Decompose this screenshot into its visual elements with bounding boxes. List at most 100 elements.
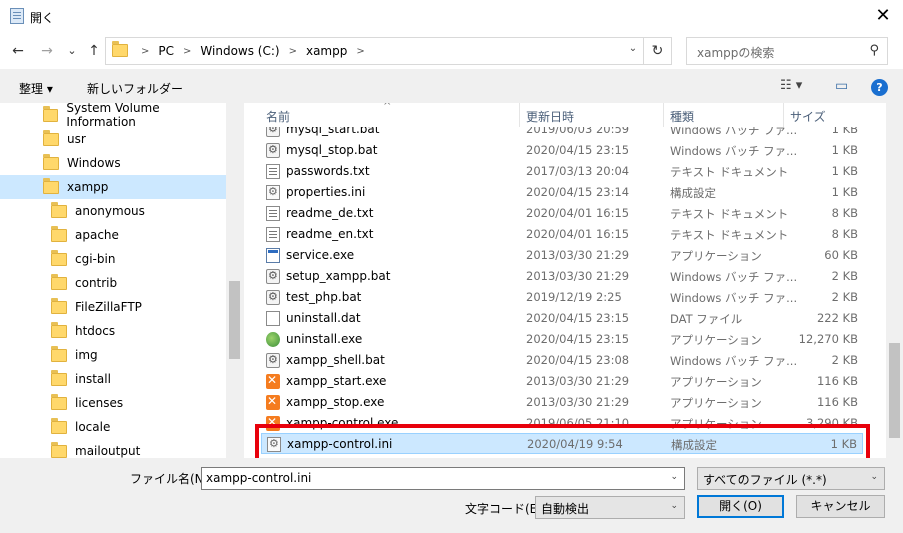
breadcrumb-pc[interactable]: PC: [158, 44, 174, 58]
file-row[interactable]: service.exe 2013/03/30 21:29 アプリケーション 60 KB: [261, 245, 863, 266]
column-date[interactable]: 更新日時: [526, 108, 574, 125]
file-size: 8 KB: [831, 227, 858, 241]
chevron-down-icon[interactable]: ⌄: [670, 472, 678, 482]
file-date: 2020/04/15 23:08: [526, 353, 630, 367]
column-type[interactable]: 種類: [670, 108, 694, 125]
chevron-down-icon[interactable]: ⌄: [870, 472, 878, 482]
file-type: テキスト ドキュメント: [670, 207, 789, 221]
file-row[interactable]: uninstall.dat 2020/04/15 23:15 DAT ファイル 222…: [261, 308, 863, 329]
folder-tree-item[interactable]: usr: [0, 127, 226, 151]
file-type-select[interactable]: すべてのファイル (*.*) ⌄: [697, 467, 885, 490]
folder-tree: System Volume Information usr Windows xampp…: [0, 103, 243, 458]
close-button[interactable]: ✕: [863, 0, 903, 33]
folder-tree-item[interactable]: apache: [0, 223, 226, 247]
file-date: 2020/04/15 23:15: [526, 332, 630, 346]
preview-pane-icon[interactable]: ▭: [835, 78, 848, 94]
file-date: 2019/12/19 2:25: [526, 290, 622, 304]
folder-tree-item[interactable]: img: [0, 343, 226, 367]
file-size: 116 KB: [816, 374, 858, 388]
help-icon[interactable]: ?: [871, 79, 888, 96]
uninstall-icon: [266, 332, 280, 347]
view-options-icon[interactable]: ☷ ▾: [780, 78, 802, 93]
search-box[interactable]: xamppの検索 ⚲: [686, 37, 888, 65]
file-row[interactable]: uninstall.exe 2020/04/15 23:15 アプリケーション 12,…: [261, 329, 863, 350]
folder-tree-item[interactable]: licenses: [0, 391, 226, 415]
folder-tree-item[interactable]: xampp: [0, 175, 226, 199]
address-dropdown-icon[interactable]: ⌄: [625, 43, 641, 54]
file-row[interactable]: mysql_stop.bat 2020/04/15 23:15 Windows バッ…: [261, 140, 863, 161]
file-size: 2 KB: [831, 290, 858, 304]
column-size[interactable]: サイズ: [790, 108, 826, 125]
folder-tree-item[interactable]: mailoutput: [0, 439, 226, 458]
folder-tree-item[interactable]: contrib: [0, 271, 226, 295]
refresh-button[interactable]: ↻: [643, 38, 671, 64]
file-name: mysql_stop.bat: [286, 143, 378, 157]
folder-tree-label: install: [75, 372, 111, 386]
file-date: 2020/04/15 23:15: [526, 143, 630, 157]
search-input[interactable]: xamppの検索: [697, 44, 774, 61]
forward-button[interactable]: →: [37, 42, 57, 60]
file-size: 1 KB: [831, 164, 858, 178]
file-size: 116 KB: [816, 395, 858, 409]
file-type: DAT ファイル: [670, 312, 743, 326]
folder-tree-item[interactable]: cgi-bin: [0, 247, 226, 271]
file-row[interactable]: test_php.bat 2019/12/19 2:25 Windows バッチ フ…: [261, 287, 863, 308]
folder-tree-label: usr: [67, 132, 86, 146]
folder-tree-item[interactable]: FileZillaFTP: [0, 295, 226, 319]
file-type-value: すべてのファイル (*.*): [703, 473, 827, 487]
folder-tree-item[interactable]: locale: [0, 415, 226, 439]
folder-tree-item[interactable]: anonymous: [0, 199, 226, 223]
column-divider[interactable]: [663, 103, 664, 127]
folder-tree-label: xampp: [67, 180, 109, 194]
breadcrumb-xampp[interactable]: xampp: [306, 44, 347, 58]
folder-tree-item[interactable]: htdocs: [0, 319, 226, 343]
bat-icon: [266, 143, 280, 158]
file-row[interactable]: passwords.txt 2017/03/13 20:04 テキスト ドキュメント…: [261, 161, 863, 182]
file-size: 12,270 KB: [798, 332, 858, 346]
file-row[interactable]: readme_de.txt 2020/04/01 16:15 テキスト ドキュメント…: [261, 203, 863, 224]
up-button[interactable]: ↑: [84, 42, 104, 60]
file-row[interactable]: xampp_stop.exe 2013/03/30 21:29 アプリケーション 11…: [261, 392, 863, 413]
scrollbar-thumb[interactable]: [889, 343, 900, 438]
file-type: テキスト ドキュメント: [670, 165, 789, 179]
xampp-icon: [266, 373, 280, 389]
column-divider[interactable]: [519, 103, 520, 127]
folder-icon: [51, 297, 67, 314]
breadcrumb-drive[interactable]: Windows (C:): [200, 44, 279, 58]
cancel-button[interactable]: キャンセル: [796, 495, 885, 518]
file-size: 1 KB: [831, 185, 858, 199]
file-date: 2020/04/01 16:15: [526, 206, 630, 220]
scrollbar-thumb[interactable]: [229, 281, 240, 359]
open-button[interactable]: 開く(O): [697, 495, 784, 518]
folder-tree-scrollbar[interactable]: [226, 103, 243, 458]
bat-icon: [266, 269, 280, 284]
column-divider[interactable]: [783, 103, 784, 127]
navigation-bar: ← → ⌄ ↑ > PC > Windows (C:) > xampp > ⌄ …: [0, 33, 903, 69]
file-size: 8 KB: [831, 206, 858, 220]
file-name: xampp_shell.bat: [286, 353, 385, 367]
file-row[interactable]: setup_xampp.bat 2013/03/30 21:29 Windows バ…: [261, 266, 863, 287]
file-name: properties.ini: [286, 185, 366, 199]
file-list-scrollbar[interactable]: [886, 103, 903, 458]
chevron-down-icon[interactable]: ⌄: [670, 501, 678, 511]
folder-tree-item[interactable]: install: [0, 367, 226, 391]
sort-ascending-icon: ^: [383, 103, 392, 112]
folder-tree-item[interactable]: Windows: [0, 151, 226, 175]
column-name[interactable]: 名前: [266, 108, 290, 125]
filename-field[interactable]: xampp-control.ini ⌄: [201, 467, 685, 490]
file-row[interactable]: xampp_start.exe 2013/03/30 21:29 アプリケーション 1…: [261, 371, 863, 392]
back-button[interactable]: ←: [8, 42, 28, 60]
search-icon[interactable]: ⚲: [869, 43, 879, 58]
recent-locations-button[interactable]: ⌄: [62, 42, 82, 60]
file-row[interactable]: xampp_shell.bat 2020/04/15 23:08 Windows バ…: [261, 350, 863, 371]
address-bar[interactable]: > PC > Windows (C:) > xampp > ⌄ ↻: [105, 37, 672, 65]
organize-button[interactable]: 整理 ▾: [19, 80, 53, 97]
file-row[interactable]: readme_en.txt 2020/04/01 16:15 テキスト ドキュメント…: [261, 224, 863, 245]
file-date: 2020/04/01 16:15: [526, 227, 630, 241]
file-row[interactable]: properties.ini 2020/04/15 23:14 構成設定 1 KB: [261, 182, 863, 203]
folder-tree-item[interactable]: System Volume Information: [0, 103, 226, 129]
new-folder-button[interactable]: 新しいフォルダー: [87, 80, 183, 97]
encoding-select[interactable]: 自動検出 ⌄: [535, 496, 685, 519]
file-type: アプリケーション: [670, 333, 762, 347]
breadcrumb-separator: >: [288, 45, 297, 57]
